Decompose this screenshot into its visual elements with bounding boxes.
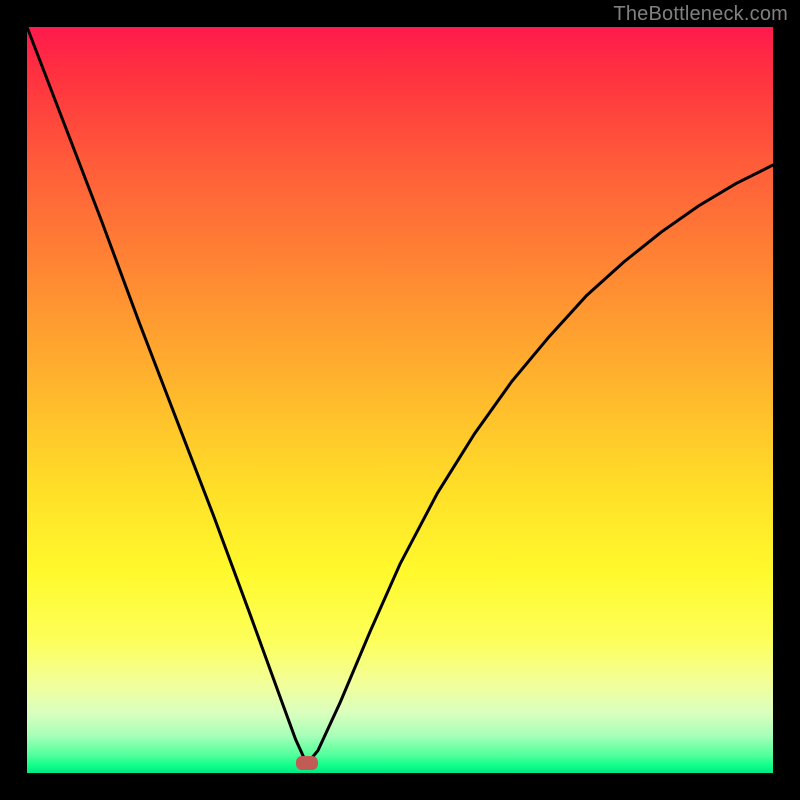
- plot-area: [27, 27, 773, 773]
- attribution-text: TheBottleneck.com: [613, 3, 788, 26]
- bottleneck-curve: [27, 27, 773, 764]
- curve-svg: [27, 27, 773, 773]
- chart-frame: TheBottleneck.com: [0, 0, 800, 800]
- minimum-marker: [296, 756, 318, 770]
